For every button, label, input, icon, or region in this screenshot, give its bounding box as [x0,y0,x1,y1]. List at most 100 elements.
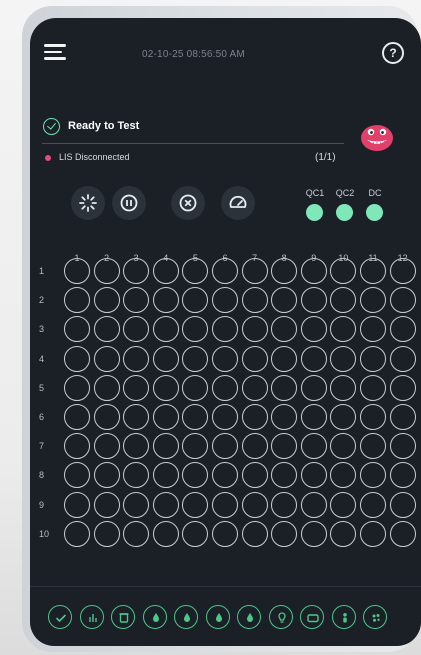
well-r1-c7[interactable] [241,258,268,284]
well-r4-c10[interactable] [330,345,357,372]
well-r1-c4[interactable] [152,258,179,284]
toolbar-button[interactable] [300,605,324,629]
well-r5-c4[interactable] [152,374,179,401]
well-r1-c8[interactable] [271,258,298,284]
well-r4-c5[interactable] [182,345,209,372]
well-r6-c11[interactable] [360,404,386,430]
well-r10-c2[interactable] [93,520,120,547]
well-r10-c7[interactable] [241,520,268,547]
well-r3-c5[interactable] [182,316,209,343]
well-r5-c12[interactable] [389,374,416,401]
well-r1-c10[interactable] [330,258,357,284]
well-r8-c10[interactable] [330,462,357,489]
well-r5-c3[interactable] [123,374,150,401]
toolbar-button[interactable] [237,605,261,629]
well-r7-c4[interactable] [152,433,179,460]
well-r2-c5[interactable] [182,287,209,314]
well-r3-c12[interactable] [389,316,416,343]
well-r7-c10[interactable] [330,433,357,460]
well-r7-c9[interactable] [300,433,327,460]
well-r2-c11[interactable] [360,287,386,314]
hamburger-menu-icon[interactable] [44,44,66,62]
well-r5-c10[interactable] [330,374,357,401]
well-r5-c5[interactable] [182,374,209,401]
well-r7-c3[interactable] [123,433,150,460]
well-r2-c1[interactable] [64,287,90,314]
well-r9-c1[interactable] [64,491,90,518]
help-icon[interactable]: ? [382,42,404,64]
well-r6-c5[interactable] [182,404,209,430]
well-r3-c6[interactable] [212,316,238,343]
well-r4-c7[interactable] [241,345,268,372]
well-r2-c4[interactable] [152,287,179,314]
well-r4-c4[interactable] [152,345,179,372]
well-r6-c10[interactable] [330,404,357,430]
well-r9-c7[interactable] [241,491,268,518]
well-r9-c11[interactable] [360,491,386,518]
well-r5-c7[interactable] [241,374,268,401]
well-r6-c4[interactable] [152,404,179,430]
well-r4-c12[interactable] [389,345,416,372]
well-r1-c3[interactable] [123,258,150,284]
well-r9-c9[interactable] [300,491,327,518]
well-r3-c11[interactable] [360,316,386,343]
well-r6-c7[interactable] [241,404,268,430]
well-r4-c6[interactable] [212,345,238,372]
well-r9-c8[interactable] [271,491,298,518]
cancel-button[interactable] [171,186,205,220]
well-r1-c6[interactable] [212,258,238,284]
well-r3-c3[interactable] [123,316,150,343]
well-r2-c9[interactable] [300,287,327,314]
well-r3-c7[interactable] [241,316,268,343]
well-r8-c11[interactable] [360,462,386,489]
well-r6-c3[interactable] [123,404,150,430]
well-r10-c1[interactable] [64,520,90,547]
well-r1-c9[interactable] [300,258,327,284]
well-r6-c12[interactable] [389,404,416,430]
well-r6-c9[interactable] [300,404,327,430]
well-r6-c1[interactable] [64,404,90,430]
well-r9-c6[interactable] [212,491,238,518]
well-r8-c6[interactable] [212,462,238,489]
well-r3-c1[interactable] [64,316,90,343]
well-r1-c1[interactable] [64,258,90,284]
well-r7-c8[interactable] [271,433,298,460]
well-r2-c8[interactable] [271,287,298,314]
well-r3-c2[interactable] [93,316,120,343]
well-r7-c12[interactable] [389,433,416,460]
well-r7-c2[interactable] [93,433,120,460]
well-r10-c10[interactable] [330,520,357,547]
well-r6-c2[interactable] [93,404,120,430]
well-r5-c9[interactable] [300,374,327,401]
well-r5-c6[interactable] [212,374,238,401]
toolbar-button[interactable] [111,605,135,629]
well-r2-c2[interactable] [93,287,120,314]
well-r5-c8[interactable] [271,374,298,401]
toolbar-button[interactable] [79,605,104,629]
well-r9-c3[interactable] [123,491,150,518]
well-r4-c8[interactable] [271,345,298,372]
well-r10-c6[interactable] [212,520,238,547]
well-r3-c10[interactable] [330,316,357,343]
well-r8-c1[interactable] [64,462,90,489]
well-r4-c2[interactable] [93,345,120,372]
well-r8-c7[interactable] [241,462,268,489]
well-r8-c3[interactable] [123,462,150,489]
well-r7-c7[interactable] [241,433,268,460]
well-r8-c8[interactable] [271,462,298,489]
well-r5-c11[interactable] [360,374,386,401]
well-r10-c11[interactable] [360,520,386,547]
toolbar-button[interactable] [48,605,72,629]
well-r10-c5[interactable] [182,520,209,547]
well-r2-c10[interactable] [330,287,357,314]
toolbar-button[interactable] [205,605,230,629]
well-r1-c12[interactable] [389,258,416,284]
well-r8-c5[interactable] [182,462,209,489]
well-r8-c12[interactable] [389,462,416,489]
well-r10-c3[interactable] [123,520,150,547]
well-r2-c3[interactable] [123,287,150,314]
well-r1-c5[interactable] [182,258,209,284]
well-r9-c5[interactable] [182,491,209,518]
qc-indicator-qc2[interactable] [336,204,353,221]
well-r10-c4[interactable] [152,520,179,547]
